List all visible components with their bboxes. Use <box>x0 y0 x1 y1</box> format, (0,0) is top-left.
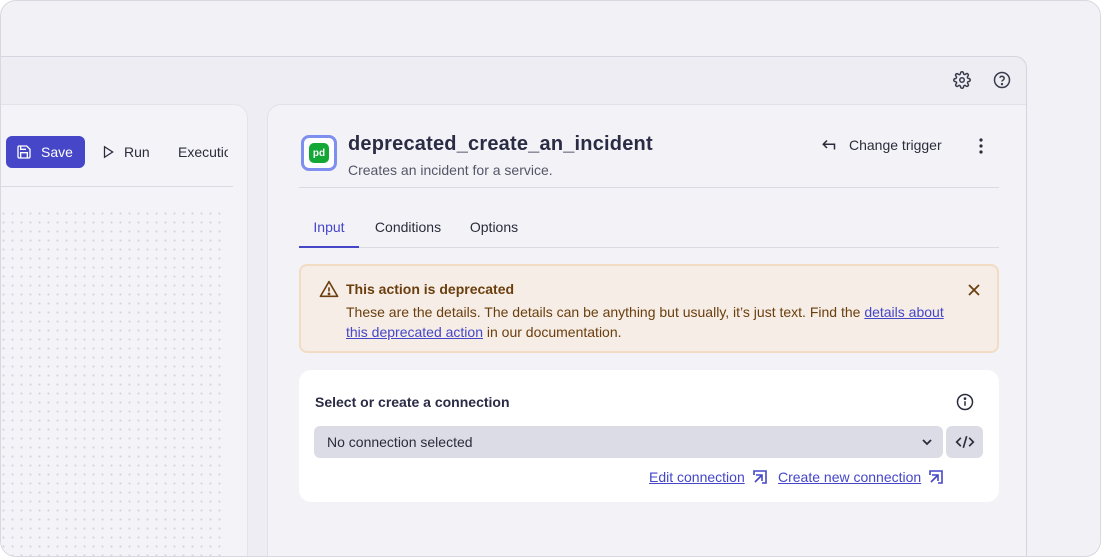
executions-tab[interactable]: Executions <box>178 136 228 168</box>
app-window: Save Run Executions pd deprecated_create… <box>1 56 1027 556</box>
run-button-label: Run <box>124 144 150 160</box>
action-subtitle: Creates an incident for a service. <box>348 162 553 178</box>
alert-body-suffix: in our documentation. <box>482 324 622 340</box>
pagerduty-logo: pd <box>301 135 337 171</box>
tab-options[interactable]: Options <box>457 209 531 248</box>
code-icon <box>954 435 975 449</box>
play-icon <box>103 145 114 159</box>
alert-body-text: These are the details. The details can b… <box>346 304 865 320</box>
edit-connection-label: Edit connection <box>649 469 745 485</box>
tab-options-label: Options <box>469 219 519 235</box>
pagerduty-logo-mark: pd <box>309 143 329 163</box>
connection-label: Select or create a connection <box>315 394 510 410</box>
code-toggle-button[interactable] <box>946 426 983 458</box>
save-button[interactable]: Save <box>6 136 85 168</box>
tab-conditions[interactable]: Conditions <box>359 209 457 248</box>
help-icon[interactable] <box>991 69 1013 91</box>
action-tabs: Input Conditions Options <box>299 209 999 248</box>
alert-title: This action is deprecated <box>346 281 515 297</box>
create-connection-link[interactable]: Create new connection <box>778 467 944 487</box>
connection-select-value: No connection selected <box>327 434 473 450</box>
action-title: deprecated_create_an_incident <box>348 133 653 155</box>
warning-icon <box>319 280 339 303</box>
close-icon[interactable] <box>964 280 984 300</box>
toolbar-divider <box>1 186 233 187</box>
save-button-label: Save <box>41 144 73 160</box>
tab-input[interactable]: Input <box>299 209 359 248</box>
connection-card: Select or create a connection No connect… <box>299 370 999 502</box>
outer-frame: Save Run Executions pd deprecated_create… <box>0 0 1101 557</box>
save-icon <box>17 145 31 159</box>
tab-conditions-label: Conditions <box>374 219 442 235</box>
tab-input-label: Input <box>313 219 345 235</box>
alert-body: These are the details. The details can b… <box>346 302 946 342</box>
swap-arrow-icon <box>822 139 836 150</box>
edit-connection-link[interactable]: Edit connection <box>649 467 768 487</box>
settings-gear-icon[interactable] <box>951 69 973 91</box>
change-trigger-button[interactable]: Change trigger <box>821 134 942 156</box>
info-icon[interactable] <box>955 392 975 412</box>
workflow-canvas-panel: Save Run Executions <box>1 104 248 556</box>
more-options-icon[interactable] <box>971 135 991 157</box>
canvas-dot-grid[interactable] <box>1 209 225 556</box>
connection-select[interactable]: No connection selected <box>314 426 943 458</box>
action-detail-panel: pd deprecated_create_an_incident Creates… <box>267 104 1026 556</box>
deprecation-alert: This action is deprecated These are the … <box>299 264 999 353</box>
executions-tab-label: Executions <box>178 144 228 160</box>
change-trigger-label: Change trigger <box>849 137 942 153</box>
external-link-icon <box>752 470 767 484</box>
create-connection-label: Create new connection <box>778 469 922 485</box>
pagerduty-logo-text: pd <box>312 147 326 159</box>
chevron-down-icon <box>921 435 933 451</box>
external-link-icon <box>929 470 944 484</box>
run-button[interactable]: Run <box>101 136 150 168</box>
header-divider <box>299 187 999 188</box>
